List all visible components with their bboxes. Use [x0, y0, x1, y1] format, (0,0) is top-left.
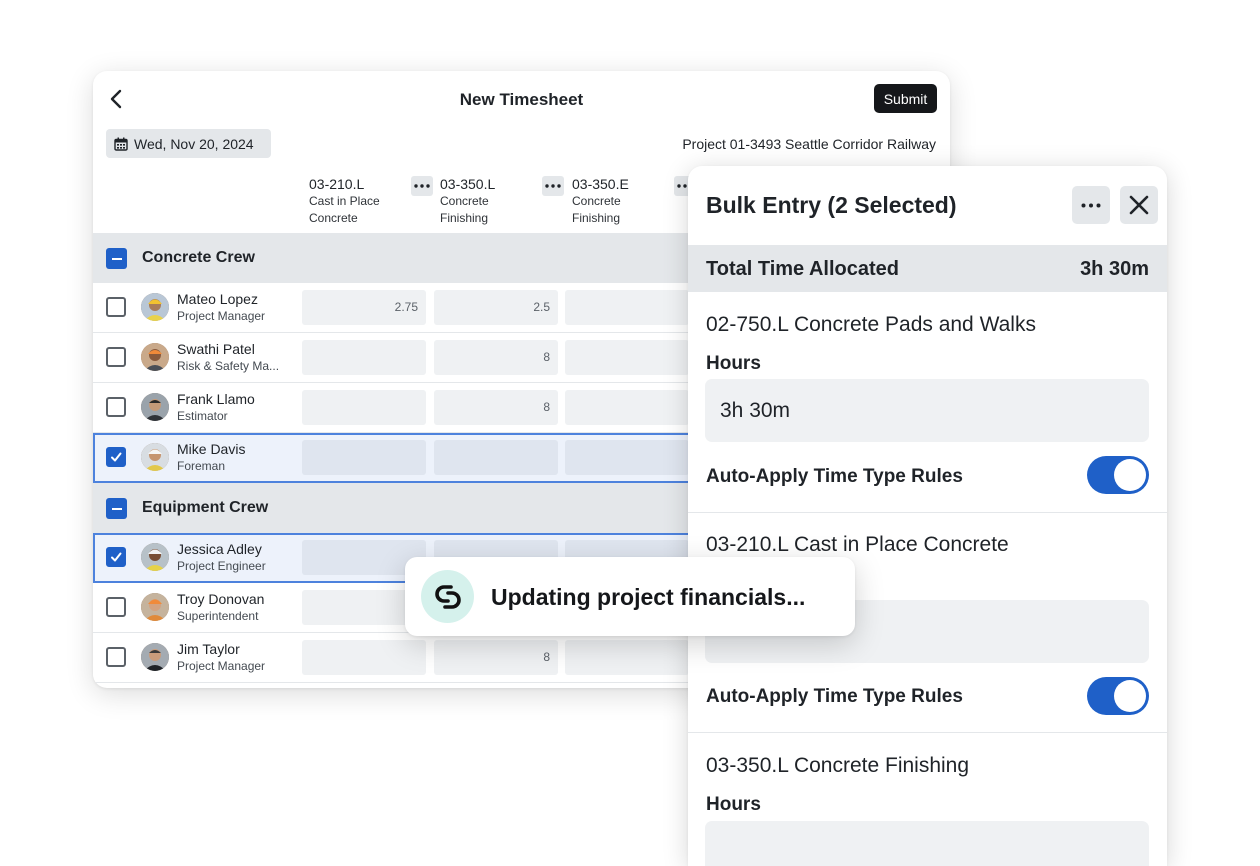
auto-apply-label: Auto-Apply Time Type Rules — [706, 466, 963, 487]
date-picker[interactable]: Wed, Nov 20, 2024 — [106, 129, 271, 158]
employee-name: Troy Donovan — [177, 591, 265, 607]
hours-cell[interactable] — [565, 390, 689, 425]
more-icon — [1081, 203, 1101, 207]
column-description: Concrete Finishing — [440, 194, 489, 225]
close-icon — [1129, 195, 1149, 215]
group-label: Concrete Crew — [142, 249, 255, 266]
avatar — [141, 443, 169, 471]
employee-role: Foreman — [177, 459, 226, 473]
row-checkbox[interactable] — [106, 397, 126, 417]
hours-cell[interactable]: 8 — [434, 390, 558, 425]
more-icon — [414, 184, 430, 188]
column-header: 03-350.L Concrete Finishing — [440, 175, 564, 227]
column-menu-button[interactable] — [542, 176, 564, 196]
cost-code-title: 03-210.L Cast in Place Concrete — [706, 533, 1009, 556]
column-description: Cast in Place Concrete — [309, 194, 380, 225]
employee-name: Jessica Adley — [177, 541, 262, 557]
divider — [688, 732, 1167, 733]
employee-role: Superintendent — [177, 609, 259, 623]
status-toast: Updating project financials... — [405, 557, 855, 636]
group-label: Equipment Crew — [142, 499, 269, 516]
column-description: Concrete Finishing — [572, 194, 621, 225]
group-select-checkbox[interactable] — [106, 498, 127, 519]
employee-name: Mike Davis — [177, 441, 246, 457]
toast-message: Updating project financials... — [491, 584, 806, 610]
employee-role: Estimator — [177, 409, 228, 423]
employee-name: Mateo Lopez — [177, 291, 258, 307]
hours-cell[interactable]: 2.5 — [434, 290, 558, 325]
hours-cell[interactable]: 8 — [434, 640, 558, 675]
auto-apply-label: Auto-Apply Time Type Rules — [706, 686, 963, 707]
hours-cell[interactable] — [302, 340, 426, 375]
calendar-icon — [114, 137, 128, 151]
employee-name: Frank Llamo — [177, 391, 255, 407]
submit-button[interactable]: Submit — [874, 84, 937, 113]
row-checkbox-checked[interactable] — [106, 547, 126, 567]
hours-cell[interactable]: 8 — [434, 340, 558, 375]
hours-cell[interactable] — [434, 440, 558, 475]
employee-role: Risk & Safety Ma... — [177, 359, 280, 373]
hours-cell[interactable] — [565, 640, 689, 675]
total-time-label: Total Time Allocated — [706, 258, 899, 280]
cost-code-title: 03-350.L Concrete Finishing — [706, 754, 970, 777]
column-menu-button[interactable] — [411, 176, 433, 196]
checkmark-icon — [111, 452, 122, 462]
cost-code-title: 02-750.L Concrete Pads and Walks — [706, 313, 1036, 336]
more-icon — [545, 184, 561, 188]
panel-title: Bulk Entry (2 Selected) — [706, 192, 957, 218]
project-name: Project 01-3493 Seattle Corridor Railway — [682, 136, 936, 152]
avatar — [141, 593, 169, 621]
hours-cell[interactable] — [302, 390, 426, 425]
hours-input[interactable] — [705, 821, 1149, 866]
hours-label: Hours — [706, 794, 761, 815]
avatar — [141, 393, 169, 421]
divider — [688, 512, 1167, 513]
employee-name: Jim Taylor — [177, 641, 240, 657]
employee-role: Project Manager — [177, 309, 266, 323]
row-checkbox-checked[interactable] — [106, 447, 126, 467]
avatar — [141, 543, 169, 571]
column-header: 03-210.L Cast in Place Concrete — [309, 175, 433, 227]
avatar — [141, 643, 169, 671]
employee-role: Project Engineer — [177, 559, 266, 573]
auto-apply-toggle[interactable] — [1087, 677, 1149, 715]
page-title: New Timesheet — [459, 90, 584, 109]
panel-close-button[interactable] — [1120, 186, 1158, 224]
row-checkbox[interactable] — [106, 347, 126, 367]
date-label: Wed, Nov 20, 2024 — [134, 135, 254, 152]
row-checkbox[interactable] — [106, 597, 126, 617]
panel-more-button[interactable] — [1072, 186, 1110, 224]
avatar — [141, 343, 169, 371]
checkmark-icon — [111, 552, 122, 562]
row-checkbox[interactable] — [106, 647, 126, 667]
hours-cell[interactable] — [302, 440, 426, 475]
total-time-value: 3h 30m — [1080, 258, 1149, 280]
hours-cell[interactable] — [302, 640, 426, 675]
hours-input[interactable] — [705, 379, 1149, 442]
hours-cell[interactable]: 2.75 — [302, 290, 426, 325]
auto-apply-toggle[interactable] — [1087, 456, 1149, 494]
avatar — [141, 293, 169, 321]
group-select-checkbox[interactable] — [106, 248, 127, 269]
hours-label: Hours — [706, 353, 761, 374]
hours-cell[interactable] — [565, 290, 689, 325]
employee-role: Project Manager — [177, 659, 266, 673]
total-time-bar: Total Time Allocated 3h 30m — [688, 245, 1167, 292]
app-logo-icon — [421, 570, 474, 623]
hours-cell[interactable] — [565, 340, 689, 375]
hours-cell[interactable] — [565, 440, 689, 475]
bulk-entry-panel: Bulk Entry (2 Selected) Total Time Alloc… — [688, 166, 1167, 866]
row-checkbox[interactable] — [106, 297, 126, 317]
employee-name: Swathi Patel — [177, 341, 255, 357]
column-header: 03-350.E Concrete Finishing — [572, 175, 696, 227]
